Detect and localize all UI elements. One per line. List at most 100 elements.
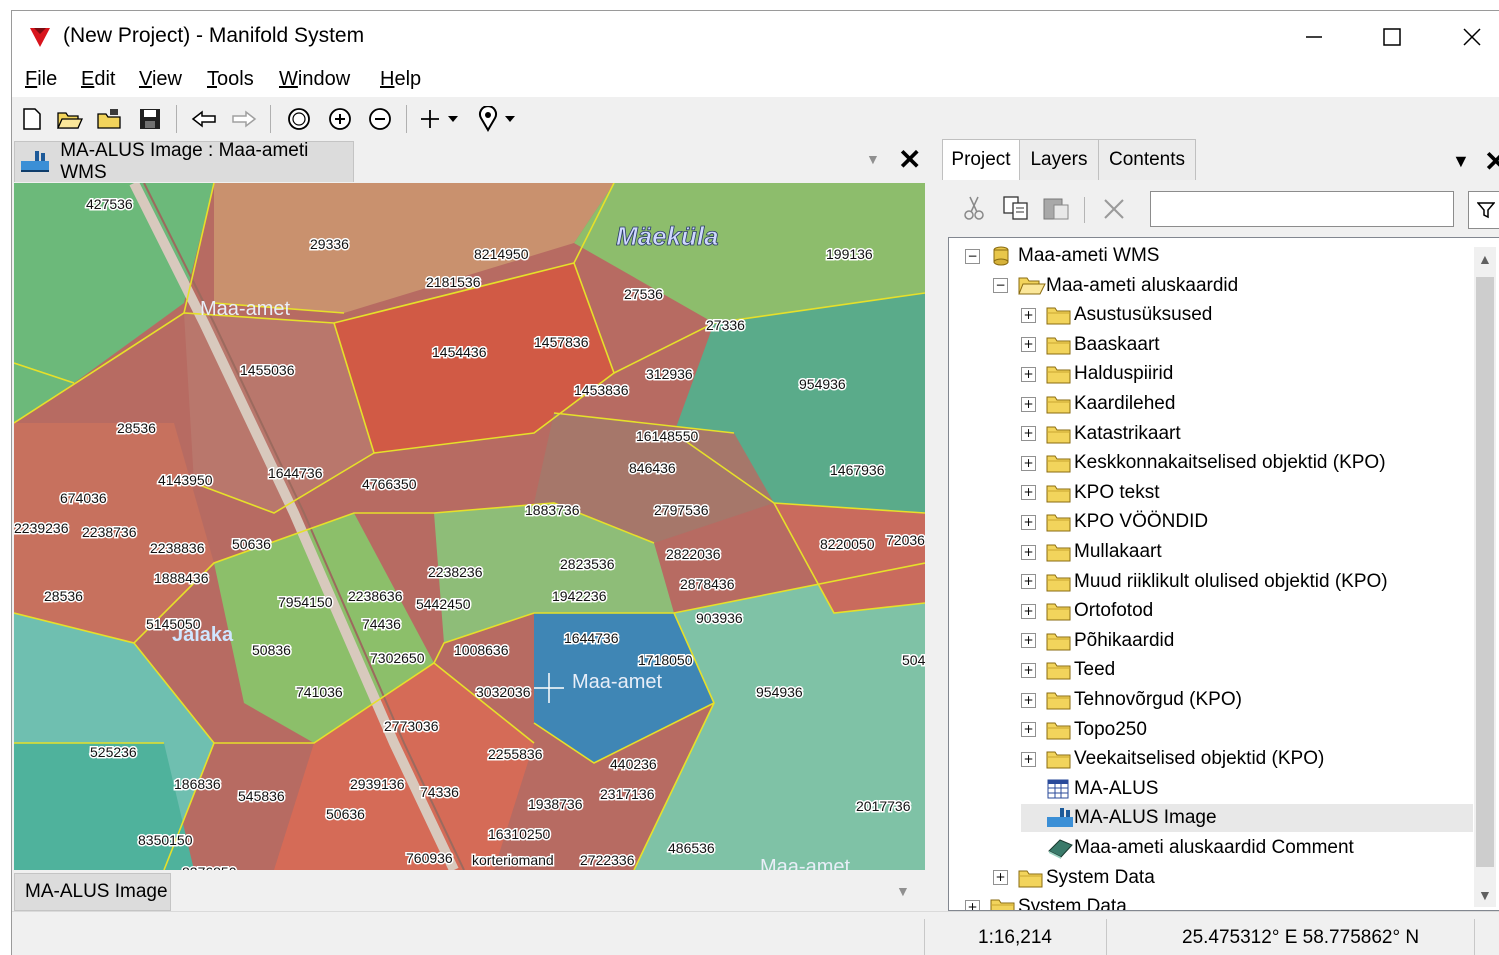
scrollbar-thumb[interactable] bbox=[1476, 277, 1494, 867]
minimize-button[interactable] bbox=[1284, 19, 1344, 55]
copy-icon[interactable] bbox=[1002, 195, 1032, 221]
tree-item[interactable]: + Veekaitselised objektid (KPO) bbox=[1021, 745, 1324, 773]
expand-icon[interactable]: + bbox=[1021, 722, 1036, 738]
close-button[interactable] bbox=[1442, 19, 1499, 55]
maximize-button[interactable] bbox=[1362, 19, 1422, 55]
tree-item[interactable]: − Maa-ameti WMS bbox=[965, 242, 1159, 270]
tree-item[interactable]: + Kaardilehed bbox=[1021, 390, 1175, 418]
menu-view[interactable]: View bbox=[139, 68, 182, 91]
tree-item[interactable]: − Maa-ameti aluskaardid bbox=[993, 272, 1238, 300]
expand-icon[interactable]: + bbox=[1021, 337, 1036, 353]
back-button[interactable] bbox=[190, 105, 218, 133]
tree-item[interactable]: MA-ALUS bbox=[1021, 775, 1158, 803]
menu-window[interactable]: Window bbox=[279, 68, 350, 91]
parcel-label: 312936 bbox=[646, 366, 693, 382]
parcel-label: 74436 bbox=[362, 616, 401, 632]
map-window-close[interactable]: ✕ bbox=[898, 143, 921, 176]
locate-button[interactable] bbox=[474, 105, 502, 133]
paste-icon[interactable] bbox=[1042, 195, 1072, 221]
zoom-extent-button[interactable] bbox=[285, 105, 313, 133]
panel-close-button[interactable]: ✕ bbox=[1484, 145, 1499, 178]
bottom-window-tab[interactable]: MA-ALUS Image bbox=[14, 873, 171, 911]
tree-item[interactable]: + Mullakaart bbox=[1021, 538, 1162, 566]
tree-item[interactable]: + Halduspiirid bbox=[1021, 360, 1173, 388]
expand-icon[interactable]: + bbox=[1021, 603, 1036, 619]
tree-item[interactable]: + KPO VÖÖNDID bbox=[1021, 508, 1208, 536]
parcel-label: 1008636 bbox=[454, 642, 509, 658]
tree-item[interactable]: + Tehnovõrgud (KPO) bbox=[1021, 686, 1242, 714]
tree-item-label: MA-ALUS Image bbox=[1074, 807, 1217, 829]
zoom-in-button[interactable] bbox=[326, 105, 354, 133]
map-canvas[interactable]: Mäeküla Maa-amet Jalaka Maa-amet Maa-ame… bbox=[14, 183, 925, 870]
collapse-icon[interactable]: − bbox=[965, 248, 980, 264]
tree-item[interactable]: + Keskkonnakaitselised objektid (KPO) bbox=[1021, 449, 1386, 477]
folder-icon bbox=[97, 109, 121, 129]
parcel-label: 1457836 bbox=[534, 334, 589, 350]
menu-file[interactable]: File bbox=[25, 68, 57, 91]
filter-button[interactable] bbox=[1468, 191, 1499, 229]
zoom-out-icon bbox=[369, 108, 391, 130]
bottom-tab-dropdown[interactable]: ▼ bbox=[896, 883, 910, 899]
expand-icon[interactable]: + bbox=[993, 870, 1008, 886]
expand-icon[interactable]: + bbox=[965, 899, 980, 910]
tree-item[interactable]: + System Data bbox=[993, 864, 1155, 892]
tree-item[interactable]: + Ortofotod bbox=[1021, 597, 1153, 625]
scroll-down-icon[interactable]: ▼ bbox=[1478, 887, 1492, 903]
tree-item[interactable]: + Muud riiklikult olulised objektid (KPO) bbox=[1021, 568, 1388, 596]
filter-input[interactable] bbox=[1150, 191, 1454, 227]
expand-icon[interactable]: + bbox=[1021, 633, 1036, 649]
map-window-dropdown[interactable]: ▼ bbox=[866, 151, 880, 167]
locate-dropdown[interactable] bbox=[502, 105, 518, 133]
tab-layers[interactable]: Layers bbox=[1019, 139, 1099, 180]
expand-icon[interactable]: + bbox=[1021, 366, 1036, 382]
tree-item-label: Topo250 bbox=[1074, 718, 1147, 740]
expand-icon[interactable]: + bbox=[1021, 426, 1036, 442]
tree-item-label: System Data bbox=[1046, 866, 1155, 888]
tree-item-label: Põhikaardid bbox=[1074, 629, 1175, 651]
expand-icon[interactable]: + bbox=[1021, 544, 1036, 560]
cut-icon[interactable] bbox=[962, 195, 986, 221]
zoom-out-button[interactable] bbox=[366, 105, 394, 133]
tree-item[interactable]: + Baaskaart bbox=[1021, 331, 1160, 359]
tree-item[interactable]: + Asustusüksused bbox=[1021, 301, 1212, 329]
tree-item[interactable]: + Katastrikaart bbox=[1021, 420, 1181, 448]
collapse-icon[interactable]: − bbox=[993, 278, 1008, 294]
menu-tools[interactable]: Tools bbox=[207, 68, 254, 91]
scroll-up-icon[interactable]: ▲ bbox=[1478, 251, 1492, 267]
expand-icon[interactable]: + bbox=[1021, 514, 1036, 530]
tree-item[interactable]: + Põhikaardid bbox=[1021, 627, 1174, 655]
tree-item[interactable]: + System Data bbox=[965, 893, 1127, 910]
expand-icon[interactable]: + bbox=[1021, 455, 1036, 471]
expand-icon[interactable]: + bbox=[1021, 662, 1036, 678]
folder-icon bbox=[1046, 363, 1072, 385]
parcel-label: 186836 bbox=[174, 776, 221, 792]
tree-scrollbar[interactable]: ▲ ▼ bbox=[1474, 247, 1496, 907]
expand-icon[interactable]: + bbox=[1021, 692, 1036, 708]
panel-dropdown[interactable]: ▼ bbox=[1452, 151, 1470, 172]
parcel-label: 954936 bbox=[799, 376, 846, 392]
expand-icon[interactable]: + bbox=[1021, 574, 1036, 590]
tab-contents[interactable]: Contents bbox=[1098, 139, 1196, 180]
map-window-tab[interactable]: MA-ALUS Image : Maa-ameti WMS bbox=[14, 140, 354, 183]
menu-help[interactable]: Help bbox=[380, 68, 421, 91]
tree-item[interactable]: MA-ALUS Image bbox=[1021, 804, 1473, 833]
tree-item[interactable]: + Teed bbox=[1021, 656, 1115, 684]
expand-icon[interactable]: + bbox=[1021, 396, 1036, 412]
expand-icon[interactable]: + bbox=[1021, 307, 1036, 323]
menu-edit[interactable]: Edit bbox=[81, 68, 115, 91]
tree-item[interactable]: Maa-ameti aluskaardid Comment bbox=[1021, 834, 1354, 862]
save-button[interactable] bbox=[136, 105, 164, 133]
open-project-button[interactable] bbox=[96, 105, 124, 133]
tab-project[interactable]: Project bbox=[942, 139, 1020, 180]
tree-item[interactable]: + KPO tekst bbox=[1021, 479, 1160, 507]
parcel-label: 7954150 bbox=[278, 594, 333, 610]
add-point-dropdown[interactable] bbox=[445, 105, 461, 133]
forward-button[interactable] bbox=[230, 105, 258, 133]
open-button[interactable] bbox=[56, 105, 84, 133]
add-point-button[interactable] bbox=[416, 105, 444, 133]
tree-item[interactable]: + Topo250 bbox=[1021, 716, 1147, 744]
expand-icon[interactable]: + bbox=[1021, 751, 1036, 767]
delete-icon[interactable] bbox=[1102, 197, 1126, 221]
new-button[interactable] bbox=[18, 105, 46, 133]
expand-icon[interactable]: + bbox=[1021, 485, 1036, 501]
